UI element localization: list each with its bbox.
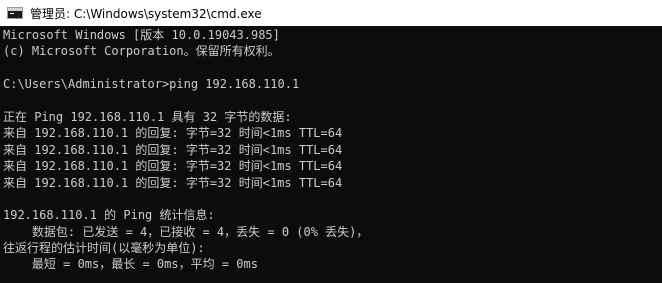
console-line-reply: 来自 192.168.110.1 的回复: 字节=32 时间<1ms TTL=6…: [3, 175, 343, 190]
console-output[interactable]: Microsoft Windows [版本 10.0.19043.985] (c…: [0, 26, 662, 283]
console-line-rtt-header: 往返行程的估计时间(以毫秒为单位):: [3, 241, 205, 256]
console-line-rtt-values: 最短 = 0ms，最长 = 0ms，平均 = 0ms: [3, 257, 258, 272]
console-line-ping-header: 正在 Ping 192.168.110.1 具有 32 字节的数据:: [3, 109, 292, 124]
cmd-window: 管理员: C:\Windows\system32\cmd.exe Microso…: [0, 0, 662, 283]
console-line-packets: 数据包: 已发送 = 4，已接收 = 4，丢失 = 0 (0% 丢失)，: [3, 224, 369, 239]
console-line-reply: 来自 192.168.110.1 的回复: 字节=32 时间<1ms TTL=6…: [3, 142, 343, 157]
console-line-stats-header: 192.168.110.1 的 Ping 统计信息:: [3, 208, 215, 223]
title-bar[interactable]: 管理员: C:\Windows\system32\cmd.exe: [0, 0, 662, 26]
console-line-version: Microsoft Windows [版本 10.0.19043.985]: [3, 28, 280, 42]
console-line-command: C:\Users\Administrator>ping 192.168.110.…: [3, 77, 300, 92]
console-line-reply: 来自 192.168.110.1 的回复: 字节=32 时间<1ms TTL=6…: [3, 159, 343, 174]
window-title: 管理员: C:\Windows\system32\cmd.exe: [30, 6, 262, 21]
console-line-reply: 来自 192.168.110.1 的回复: 字节=32 时间<1ms TTL=6…: [3, 126, 343, 141]
cmd-console-icon[interactable]: [7, 7, 23, 19]
console-line-copyright: (c) Microsoft Corporation。保留所有权利。: [3, 44, 280, 59]
